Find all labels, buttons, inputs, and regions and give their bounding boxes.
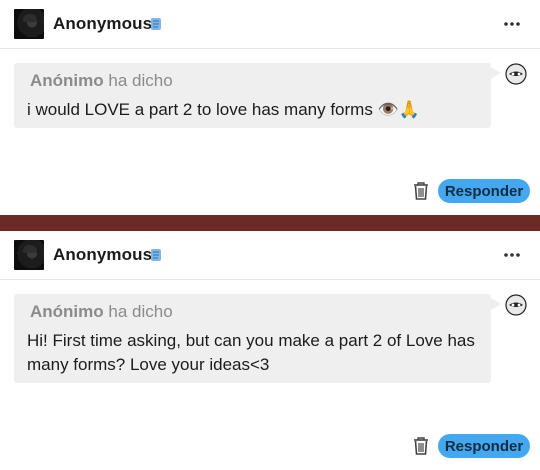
reply-button[interactable]: Responder (438, 179, 530, 203)
anonymous-mask-icon (505, 294, 527, 316)
post-header: Anonymous (0, 231, 540, 280)
asker-suffix: ha dicho (108, 302, 173, 321)
trash-icon[interactable] (412, 181, 430, 201)
more-dots-icon[interactable] (502, 14, 522, 34)
asker-line: Anónimo ha dicho (30, 71, 173, 91)
question-text: i would LOVE a part 2 to love has many f… (27, 100, 420, 119)
header-divider (0, 279, 540, 280)
scroll-badge-icon (151, 249, 161, 261)
asker-suffix: ha dicho (108, 71, 173, 90)
question-text: Hi! First time asking, but can you make … (27, 331, 475, 374)
ask-post-2: Anonymous Anónimo ha dicho Hi! First tim… (0, 231, 540, 470)
post-header: Anonymous (0, 0, 540, 49)
trash-icon[interactable] (412, 436, 430, 456)
more-dots-icon[interactable] (502, 245, 522, 265)
avatar[interactable] (14, 240, 44, 270)
post-separator (0, 215, 540, 231)
header-divider (0, 48, 540, 49)
avatar[interactable] (14, 9, 44, 39)
ask-bubble: Anónimo ha dicho Hi! First time asking, … (14, 294, 501, 383)
scroll-badge-icon (151, 18, 161, 30)
reply-button[interactable]: Responder (438, 434, 530, 458)
asker-name: Anónimo (30, 302, 104, 321)
anonymous-mask-icon (505, 63, 527, 85)
username[interactable]: Anonymous (53, 14, 152, 34)
asker-name: Anónimo (30, 71, 104, 90)
asker-line: Anónimo ha dicho (30, 302, 173, 322)
username[interactable]: Anonymous (53, 245, 152, 265)
ask-bubble: Anónimo ha dicho i would LOVE a part 2 t… (14, 63, 501, 128)
ask-post-1: Anonymous Anónimo ha dicho i would LOVE … (0, 0, 540, 215)
